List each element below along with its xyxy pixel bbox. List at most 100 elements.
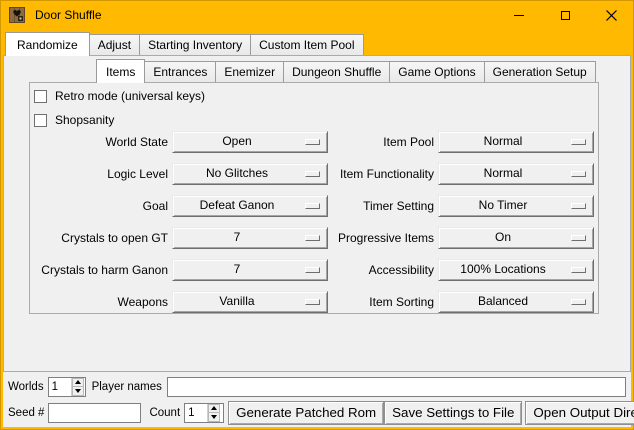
accessibility-label: Accessibility <box>328 263 434 277</box>
progressive-items-value: On <box>495 230 511 244</box>
save-settings-button[interactable]: Save Settings to File <box>384 401 522 425</box>
worlds-label: Worlds <box>8 381 44 393</box>
world-state-label: World State <box>30 135 168 149</box>
minimize-button[interactable] <box>496 0 542 30</box>
tab-enemizer-label: Enemizer <box>224 65 275 79</box>
weapons-value: Vanilla <box>219 294 254 308</box>
dropdown-indicator-icon <box>571 203 586 209</box>
seed-row: Seed # Count 1 Generate Patched Rom Save… <box>8 400 626 425</box>
accessibility-dropdown[interactable]: 100% Locations <box>438 259 594 281</box>
crystals-ganon-dropdown[interactable]: 7 <box>172 259 328 281</box>
shopsanity-checkbox[interactable] <box>34 114 47 127</box>
tab-randomize[interactable]: Randomize <box>5 32 90 56</box>
worlds-value: 1 <box>49 378 71 396</box>
retro-mode-checkbox-row[interactable]: Retro mode (universal keys) <box>34 89 205 103</box>
item-sorting-value: Balanced <box>478 294 528 308</box>
option-row-2: Logic Level No Glitches Item Functionali… <box>30 163 594 185</box>
tab-adjust-label: Adjust <box>98 38 131 52</box>
item-pool-label: Item Pool <box>328 135 434 149</box>
tab-generation-setup[interactable]: Generation Setup <box>484 61 596 82</box>
weapons-dropdown[interactable]: Vanilla <box>172 291 328 313</box>
spin-down-icon <box>211 415 217 419</box>
dropdown-indicator-icon <box>305 299 320 305</box>
option-row-5: Crystals to harm Ganon 7 Accessibility 1… <box>30 259 594 281</box>
timer-setting-value: No Timer <box>479 198 528 212</box>
tab-custom-item-pool[interactable]: Custom Item Pool <box>250 34 363 55</box>
tab-game-options[interactable]: Game Options <box>389 61 484 82</box>
spin-up-button[interactable] <box>72 378 84 388</box>
close-button[interactable] <box>588 0 634 30</box>
item-functionality-label: Item Functionality <box>328 167 434 181</box>
timer-setting-dropdown[interactable]: No Timer <box>438 195 594 217</box>
dropdown-indicator-icon <box>305 139 320 145</box>
dropdown-indicator-icon <box>571 139 586 145</box>
tab-generation-setup-label: Generation Setup <box>493 65 587 79</box>
goal-dropdown[interactable]: Defeat Ganon <box>172 195 328 217</box>
crystals-ganon-value: 7 <box>234 262 241 276</box>
logic-level-dropdown[interactable]: No Glitches <box>172 163 328 185</box>
logic-level-value: No Glitches <box>206 166 268 180</box>
count-spinner[interactable]: 1 <box>184 403 224 423</box>
generate-patched-rom-button[interactable]: Generate Patched Rom <box>228 401 384 425</box>
tab-entrances[interactable]: Entrances <box>144 61 216 82</box>
worlds-spin-buttons <box>71 378 84 396</box>
tab-items[interactable]: Items <box>96 59 145 83</box>
retro-mode-label: Retro mode (universal keys) <box>55 89 205 103</box>
maximize-icon <box>561 11 570 20</box>
crystals-ganon-label: Crystals to harm Ganon <box>30 263 168 277</box>
bottom-controls: Worlds 1 Player names Seed # Count 1 <box>3 372 631 427</box>
count-label: Count <box>149 407 180 419</box>
dropdown-indicator-icon <box>571 235 586 241</box>
window-controls <box>496 0 634 30</box>
tab-randomize-label: Randomize <box>17 38 78 52</box>
shopsanity-checkbox-row[interactable]: Shopsanity <box>34 113 114 127</box>
tab-items-label: Items <box>106 65 135 79</box>
window-title: Door Shuffle <box>35 8 102 22</box>
spin-down-button[interactable] <box>72 387 84 396</box>
open-output-directory-button[interactable]: Open Output Directory <box>525 401 634 425</box>
worlds-spinner[interactable]: 1 <box>48 377 86 397</box>
spin-up-icon <box>211 406 217 410</box>
tab-adjust[interactable]: Adjust <box>89 34 140 55</box>
tab-dungeon-shuffle[interactable]: Dungeon Shuffle <box>283 61 390 82</box>
logic-level-label: Logic Level <box>30 167 168 181</box>
dropdown-indicator-icon <box>305 203 320 209</box>
goal-label: Goal <box>30 199 168 213</box>
item-functionality-dropdown[interactable]: Normal <box>438 163 594 185</box>
item-functionality-value: Normal <box>484 166 523 180</box>
world-state-value: Open <box>222 134 251 148</box>
progressive-items-dropdown[interactable]: On <box>438 227 594 249</box>
seed-input[interactable] <box>48 403 141 423</box>
dropdown-indicator-icon <box>305 171 320 177</box>
tab-dungeon-shuffle-label: Dungeon Shuffle <box>292 65 381 79</box>
spin-up-button[interactable] <box>208 404 220 414</box>
door-shuffle-window: Door Shuffle Randomize Adjust Starting I… <box>0 0 634 430</box>
randomize-panel: Items Entrances Enemizer Dungeon Shuffle… <box>3 55 631 372</box>
crystals-gt-label: Crystals to open GT <box>30 231 168 245</box>
main-tabstrip: Randomize Adjust Starting Inventory Cust… <box>3 31 364 56</box>
shopsanity-label: Shopsanity <box>55 113 114 127</box>
option-row-4: Crystals to open GT 7 Progressive Items … <box>30 227 594 249</box>
titlebar[interactable]: Door Shuffle <box>0 0 634 30</box>
tab-starting-inventory-label: Starting Inventory <box>148 38 242 52</box>
option-row-3: Goal Defeat Ganon Timer Setting No Timer <box>30 195 594 217</box>
progressive-items-label: Progressive Items <box>328 231 434 245</box>
count-value: 1 <box>185 404 207 422</box>
crystals-gt-dropdown[interactable]: 7 <box>172 227 328 249</box>
item-pool-dropdown[interactable]: Normal <box>438 131 594 153</box>
tab-starting-inventory[interactable]: Starting Inventory <box>139 34 251 55</box>
goal-value: Defeat Ganon <box>200 198 275 212</box>
spin-down-button[interactable] <box>208 413 220 422</box>
retro-mode-checkbox[interactable] <box>34 90 47 103</box>
items-panel: Retro mode (universal keys) Shopsanity W… <box>29 82 599 314</box>
crystals-gt-value: 7 <box>234 230 241 244</box>
tab-enemizer[interactable]: Enemizer <box>215 61 284 82</box>
item-sorting-dropdown[interactable]: Balanced <box>438 291 594 313</box>
world-state-dropdown[interactable]: Open <box>172 131 328 153</box>
maximize-button[interactable] <box>542 0 588 30</box>
tab-entrances-label: Entrances <box>153 65 207 79</box>
weapons-label: Weapons <box>30 295 168 309</box>
player-names-input[interactable] <box>167 377 626 397</box>
app-icon <box>9 7 25 23</box>
player-names-label: Player names <box>92 381 162 393</box>
